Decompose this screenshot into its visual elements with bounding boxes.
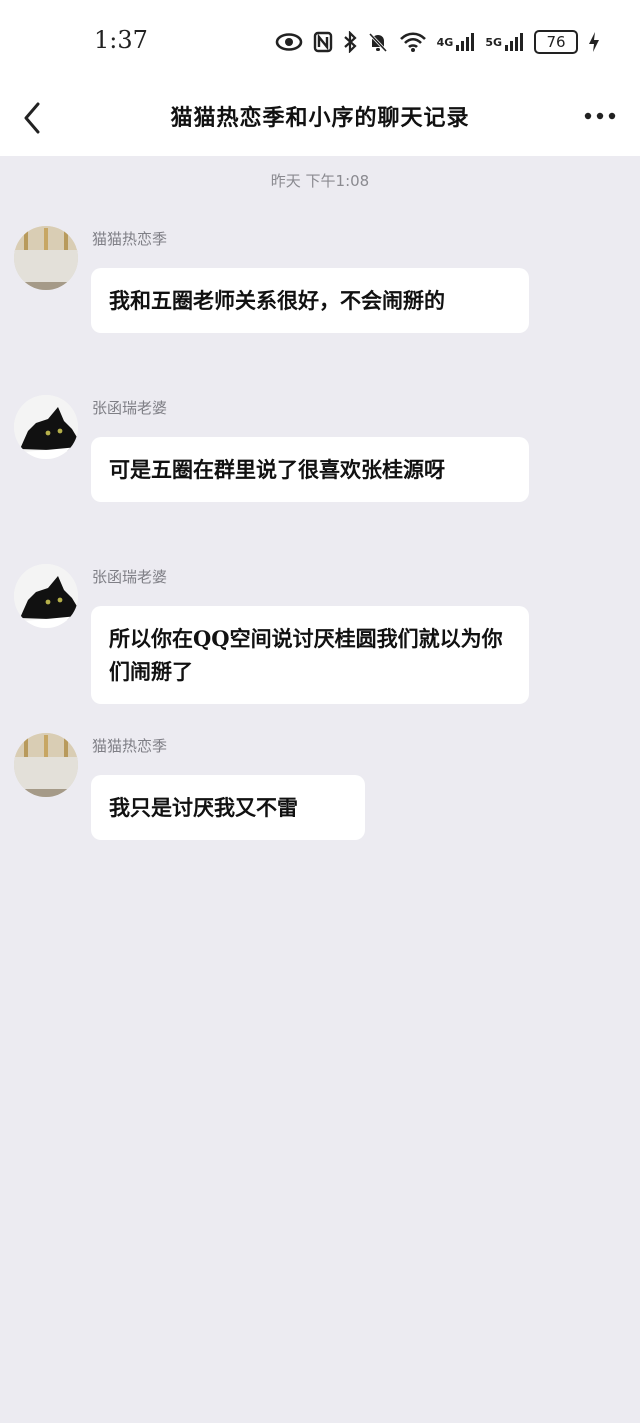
charging-icon: [588, 31, 600, 53]
chevron-left-icon[interactable]: [18, 98, 48, 138]
chat-timestamp: 昨天 下午1:08: [270, 172, 370, 190]
nav-bar: 猫猫热恋季和小序的聊天记录: [0, 84, 640, 156]
wifi-icon: [399, 31, 427, 53]
signal-5g-icon: 5G: [485, 32, 524, 52]
sender-name: 张函瑞老婆: [92, 399, 168, 417]
status-icons: 4G 5G 76: [275, 28, 600, 56]
message-bubble[interactable]: 我只是讨厌我又不雷: [91, 775, 365, 840]
avatar-black-cat[interactable]: [14, 395, 78, 459]
sender-name: 张函瑞老婆: [92, 568, 168, 586]
bell-off-icon: [367, 31, 389, 53]
message-bubble[interactable]: 可是五圈在群里说了很喜欢张桂源呀: [91, 437, 529, 502]
battery-icon: 76: [534, 30, 578, 54]
bluetooth-icon: [343, 31, 357, 53]
sender-name: 猫猫热恋季: [92, 737, 168, 755]
sender-name: 猫猫热恋季: [92, 230, 168, 248]
signal-4g-icon: 4G: [437, 32, 476, 52]
eye-icon: [275, 32, 303, 52]
nfc-icon: [313, 31, 333, 53]
status-bar: 1:37 4G 5G 76: [0, 0, 640, 84]
more-dots-icon[interactable]: [582, 104, 618, 128]
avatar-room[interactable]: [14, 733, 78, 797]
page-title: 猫猫热恋季和小序的聊天记录: [170, 105, 470, 131]
status-time: 1:37: [94, 26, 148, 54]
message-bubble[interactable]: 我和五圈老师关系很好，不会闹掰的: [91, 268, 529, 333]
avatar-room[interactable]: [14, 226, 78, 290]
net-4g-label: 4G: [436, 35, 454, 49]
message-bubble[interactable]: 所以你在QQ空间说讨厌桂圆我们就以为你们闹掰了: [91, 606, 529, 704]
net-5g-label: 5G: [485, 35, 502, 49]
avatar-black-cat[interactable]: [14, 564, 78, 628]
